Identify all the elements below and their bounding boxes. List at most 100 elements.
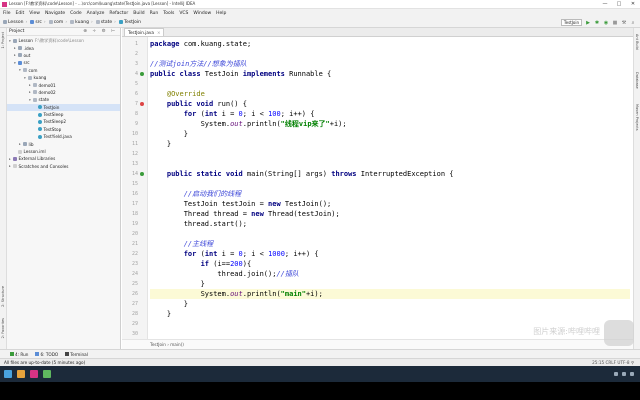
maximize-button[interactable]: □ [612, 0, 626, 9]
tree-item[interactable]: ▸ lib [7, 140, 120, 147]
menu-item-window[interactable]: Window [193, 11, 211, 16]
code-line[interactable]: for (int i = 0; i < 100; i++) { [150, 109, 630, 119]
code-line[interactable]: thread.start(); [150, 219, 630, 229]
override-marker-icon[interactable] [140, 102, 144, 106]
project-panel-tools[interactable]: ⊕ ÷ ⚙ ⊢ [83, 29, 117, 34]
code-line[interactable] [150, 229, 630, 239]
code-line[interactable]: //启动我们的线程 [150, 189, 630, 199]
breadcrumb-item[interactable]: state › [95, 20, 116, 25]
menu-item-vcs[interactable]: VCS [179, 11, 188, 16]
breadcrumb-item[interactable]: src › [30, 20, 46, 25]
code-line[interactable]: System.out.println("线程vip来了"+i); [150, 119, 630, 129]
status-right[interactable]: 25:15 CRLF UTF-8 ⚲ [592, 360, 634, 365]
tree-item[interactable]: ▾ kuang [7, 74, 120, 81]
tree-item[interactable]: ▾ src [7, 59, 120, 66]
menu-item-edit[interactable]: Edit [16, 11, 25, 16]
run-gutter-icon[interactable] [140, 72, 144, 76]
code-line[interactable]: } [150, 299, 630, 309]
code-line[interactable]: @Override [150, 89, 630, 99]
code-line[interactable]: } [150, 139, 630, 149]
menu-item-analyze[interactable]: Analyze [87, 11, 105, 16]
menu-item-view[interactable]: View [29, 11, 40, 16]
tree-item[interactable]: TestStop [7, 126, 120, 133]
run-configuration-select[interactable]: TestJoin [560, 19, 582, 26]
code-line[interactable]: package com.kuang.state; [150, 39, 630, 49]
breadcrumb-item[interactable]: TestJoin [118, 20, 141, 25]
menu-item-build[interactable]: Build [133, 11, 144, 16]
code-line[interactable] [150, 149, 630, 159]
code-line[interactable]: } [150, 129, 630, 139]
close-icon[interactable]: × [157, 30, 161, 35]
debug-icon[interactable]: ✱ [594, 20, 600, 26]
tree-item[interactable]: TestSleep [7, 111, 120, 118]
tree-item[interactable]: ▸ Scratches and Consoles [7, 163, 120, 170]
project-panel-title[interactable]: Project [9, 29, 24, 34]
app-taskbar-icon[interactable] [43, 370, 51, 378]
code-line[interactable]: for (int i = 0; i < 1000; i++) { [150, 249, 630, 259]
search-icon[interactable]: ⌕ [630, 20, 636, 26]
favorites-tool-button[interactable]: 2: Favorites [1, 318, 5, 338]
code-line[interactable] [150, 179, 630, 189]
start-icon[interactable] [4, 370, 12, 378]
run-icon[interactable]: ▶ [585, 20, 591, 26]
code-line[interactable]: public static void main(String[] args) t… [150, 169, 630, 179]
code-line[interactable] [150, 79, 630, 89]
code-line[interactable]: //测试join方法//想象为插队 [150, 59, 630, 69]
breadcrumb-item[interactable]: Lesson › [3, 20, 27, 25]
menu-item-run[interactable]: Run [150, 11, 159, 16]
menu-item-refactor[interactable]: Refactor [109, 11, 128, 16]
maven-tool-button[interactable]: Maven Projects [635, 104, 639, 131]
tree-item[interactable]: ▾ com [7, 67, 120, 74]
code-line[interactable]: } [150, 279, 630, 289]
code-line[interactable]: public class TestJoin implements Runnabl… [150, 69, 630, 79]
tree-item[interactable]: ▾ Lesson F:\教学资料\code\Lesson [7, 37, 120, 44]
tray-icon[interactable] [622, 372, 626, 376]
run-gutter-icon[interactable] [140, 172, 144, 176]
tray-icon[interactable] [630, 372, 634, 376]
menu-item-file[interactable]: File [3, 11, 11, 16]
intellij-taskbar-icon[interactable] [30, 370, 38, 378]
run-tool-tab[interactable]: 4: Run [10, 352, 28, 357]
code-line[interactable]: thread.join();//插队 [150, 269, 630, 279]
tree-item[interactable]: TestJoin [7, 103, 120, 111]
tree-item[interactable]: ▸ demo01 [7, 81, 120, 88]
menu-item-code[interactable]: Code [70, 11, 82, 16]
tree-item[interactable]: TestSleep2 [7, 118, 120, 125]
code-line[interactable]: System.out.println("main"+i); [150, 289, 630, 299]
menu-item-tools[interactable]: Tools [163, 11, 174, 16]
project-tool-button[interactable]: 1: Project [1, 32, 5, 49]
tree-item[interactable]: ▸ .idea [7, 44, 120, 51]
code-line[interactable] [150, 49, 630, 59]
tree-item[interactable]: ▸ out [7, 52, 120, 59]
build-icon[interactable]: ⚒ [621, 20, 627, 26]
breadcrumb-item[interactable]: kuang › [70, 20, 93, 25]
tree-item[interactable]: ▾ state [7, 96, 120, 103]
stop-icon[interactable]: ■ [612, 20, 618, 26]
explorer-icon[interactable] [17, 370, 25, 378]
code-line[interactable]: TestJoin testJoin = new TestJoin(); [150, 199, 630, 209]
terminal-tool-tab[interactable]: Terminal [65, 352, 88, 357]
ant-build-tool-button[interactable]: Ant Build [635, 34, 639, 50]
close-button[interactable]: ✕ [626, 0, 640, 9]
tray-icon[interactable] [614, 372, 618, 376]
minimize-button[interactable]: — [598, 0, 612, 9]
structure-tool-button[interactable]: 2: Structure [1, 286, 5, 307]
todo-tool-tab[interactable]: 6: TODO [35, 352, 58, 357]
code-line[interactable]: //主线程 [150, 239, 630, 249]
code-line[interactable]: } [150, 309, 630, 319]
tab-testjoin[interactable]: TestJoin.java × [124, 28, 165, 36]
menu-item-navigate[interactable]: Navigate [45, 11, 65, 16]
database-tool-button[interactable]: Database [635, 72, 639, 89]
breadcrumb-item[interactable]: com › [48, 20, 67, 25]
code-editor[interactable]: package com.kuang.state; //测试join方法//想象为插… [150, 37, 630, 339]
editor-breadcrumb[interactable]: TestJoin › main() [122, 339, 633, 349]
code-line[interactable]: Thread thread = new Thread(testJoin); [150, 209, 630, 219]
tree-item[interactable]: ▸ External Libraries [7, 155, 120, 162]
code-line[interactable]: public void run() { [150, 99, 630, 109]
code-line[interactable] [150, 159, 630, 169]
menu-item-help[interactable]: Help [216, 11, 226, 16]
code-line[interactable]: if (i==200){ [150, 259, 630, 269]
coverage-icon[interactable]: ◉ [603, 20, 609, 26]
tree-item[interactable]: Lesson.iml [7, 148, 120, 155]
tree-item[interactable]: TestYield.java [7, 133, 120, 140]
